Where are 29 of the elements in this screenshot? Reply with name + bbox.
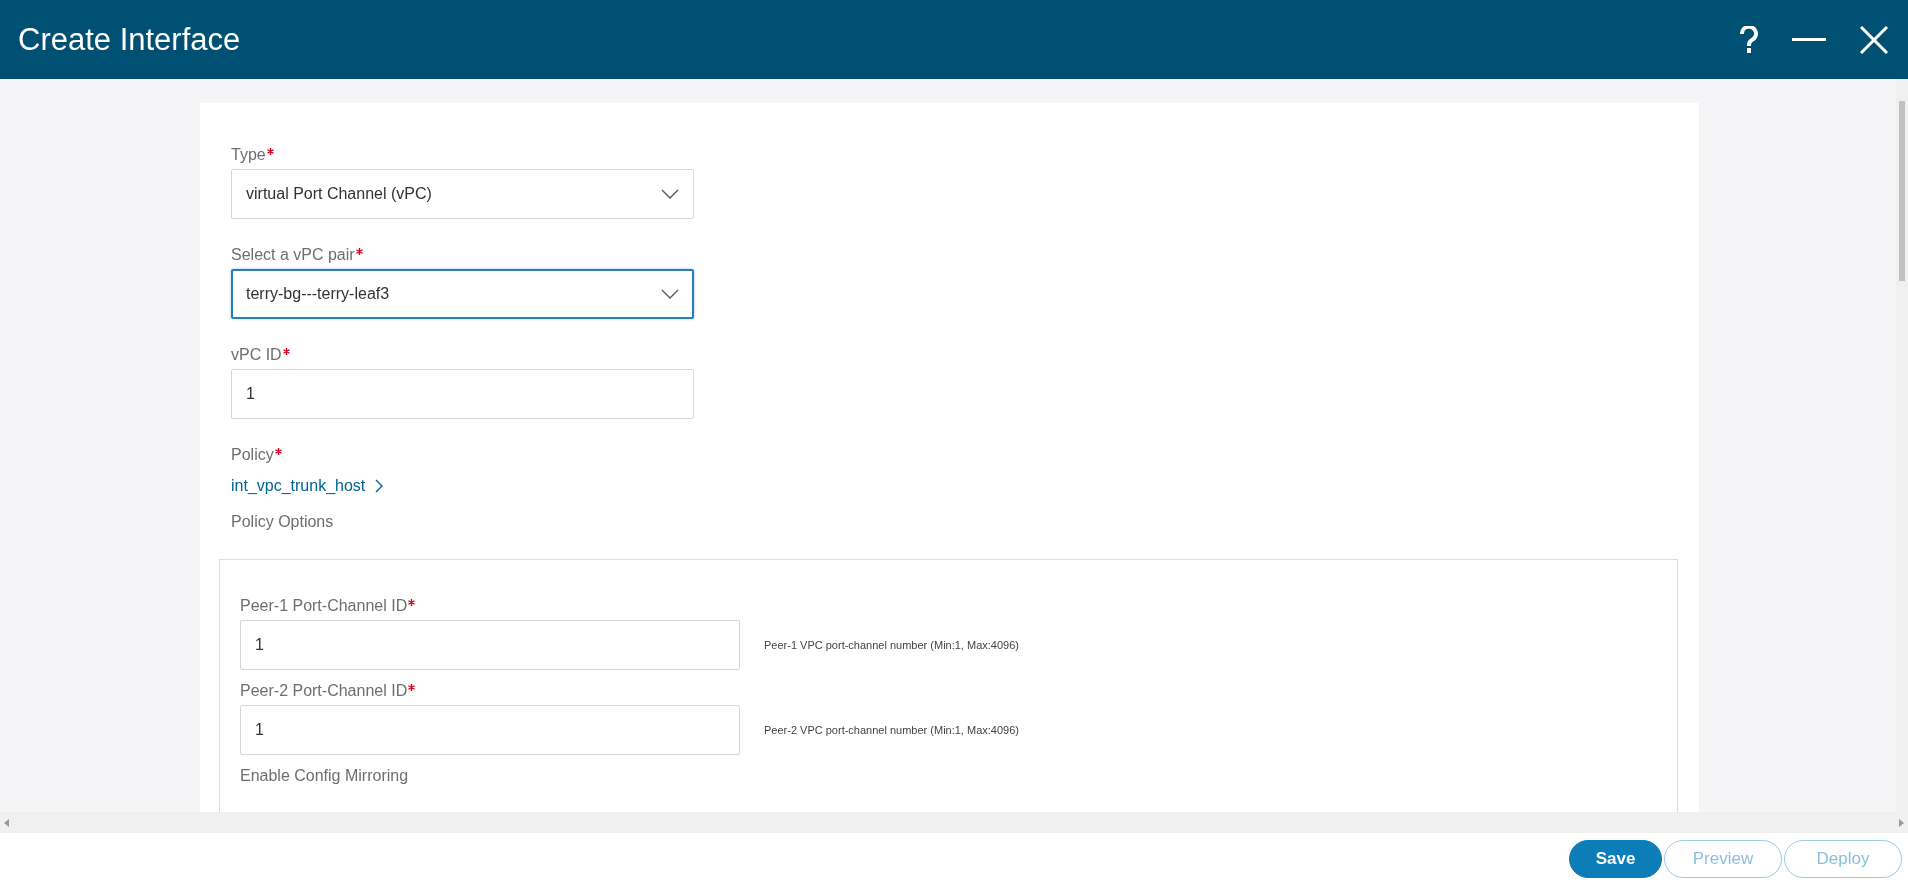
policy-link[interactable]: int_vpc_trunk_host (231, 477, 384, 495)
help-text: Peer-2 VPC port-channel number (Min:1, Max:4096) (764, 724, 1019, 736)
help-icon[interactable] (1740, 25, 1758, 54)
section-title: Policy Options (231, 513, 335, 531)
scrollbar-thumb[interactable] (1899, 101, 1905, 281)
field-label: vPC ID (231, 345, 1699, 365)
field-label: Enable Config Mirroring (240, 766, 410, 786)
vertical-scrollbar[interactable] (1896, 79, 1908, 812)
field-label: Policy (231, 445, 1699, 465)
field-label: Type (231, 145, 1699, 165)
chevron-down-icon (661, 289, 679, 299)
text-field[interactable]: 1 (240, 705, 740, 755)
chevron-down-icon (661, 189, 679, 199)
field-label: Select a vPC pair (231, 245, 1699, 265)
help-text: Peer-1 VPC port-channel number (Min:1, Max:4096) (764, 639, 1019, 651)
close-icon[interactable] (1860, 25, 1888, 54)
chevron-right-icon (375, 479, 384, 493)
scroll-right-icon[interactable] (1899, 818, 1904, 827)
field-label: Peer-2 Port-Channel ID (240, 681, 1677, 701)
window-title: Create Interface (18, 21, 242, 58)
dropdown-field[interactable]: terry-bg---terry-leaf3 (231, 269, 694, 319)
field-label: Peer-1 Port-Channel ID (240, 596, 1677, 616)
text-field[interactable]: 1 (231, 369, 694, 419)
horizontal-scrollbar[interactable] (0, 812, 1908, 833)
scroll-left-icon[interactable] (4, 818, 9, 827)
dropdown-field[interactable]: virtual Port Channel (vPC) (231, 169, 694, 219)
minimize-icon[interactable] (1792, 37, 1826, 42)
text-field[interactable]: 1 (240, 620, 740, 670)
action-button[interactable]: Save (1569, 840, 1662, 878)
